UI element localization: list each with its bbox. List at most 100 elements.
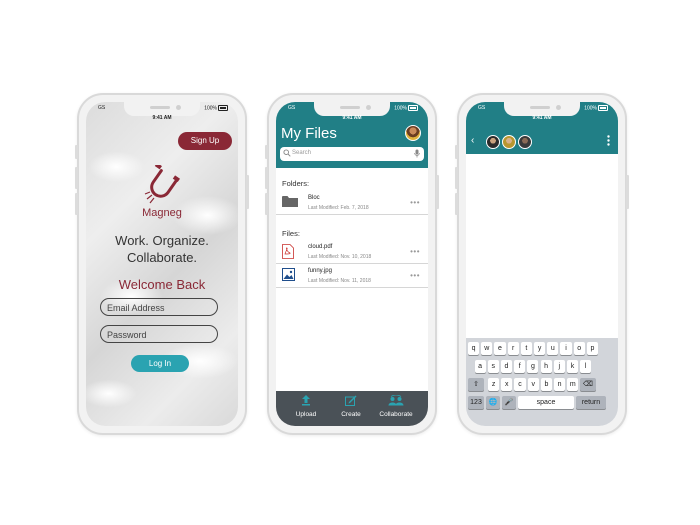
status-carrier: GS bbox=[288, 105, 296, 111]
login-screen: GS 100% 9:41 AM Sign Up Magneg Work. Org… bbox=[86, 102, 238, 426]
folders-heading: Folders: bbox=[282, 179, 310, 188]
microphone-icon[interactable] bbox=[414, 149, 420, 158]
chat-screen: GS 100% 9:41 AM ‹ q w e r t y u i o p a s d f g h j k l ⇧ z x… bbox=[466, 102, 618, 426]
magnet-logo-icon bbox=[144, 165, 181, 204]
tab-collaborate[interactable]: Collaborate bbox=[376, 394, 416, 418]
on-screen-keyboard: q w e r t y u i o p a s d f g h j k l ⇧ z x c v b n m ⌫ 123 🌐 🎤 space re… bbox=[466, 338, 618, 426]
globe-icon[interactable]: 🌐 bbox=[486, 396, 500, 409]
key-d[interactable]: d bbox=[500, 360, 513, 373]
tab-label: Collaborate bbox=[379, 411, 413, 418]
page-title: My Files bbox=[281, 125, 337, 142]
key-n[interactable]: n bbox=[554, 378, 566, 391]
key-t[interactable]: t bbox=[520, 342, 532, 355]
key-j[interactable]: j bbox=[553, 360, 565, 373]
folder-row[interactable]: Bloc Last Modified: Feb. 7, 2018 ••• bbox=[276, 192, 428, 215]
status-time: 9:41 AM bbox=[532, 115, 552, 121]
key-v[interactable]: v bbox=[527, 378, 539, 391]
key-k[interactable]: k bbox=[566, 360, 579, 373]
status-bar: GS 100% 9:41 AM bbox=[276, 105, 428, 121]
image-icon bbox=[282, 268, 295, 281]
key-y[interactable]: y bbox=[534, 342, 546, 355]
key-a[interactable]: a bbox=[474, 360, 486, 373]
email-field[interactable]: Email Address bbox=[100, 298, 218, 316]
tagline-line-1: Work. Organize. bbox=[115, 233, 209, 248]
status-time: 9:41 AM bbox=[152, 115, 172, 121]
key-o[interactable]: o bbox=[573, 342, 585, 355]
key-i[interactable]: i bbox=[560, 342, 572, 355]
delete-key[interactable]: ⌫ bbox=[580, 378, 596, 391]
file-name: cloud.pdf bbox=[308, 244, 333, 250]
key-h[interactable]: h bbox=[540, 360, 552, 373]
file-row[interactable]: cloud.pdf Last Modified: Nov. 10, 2018 •… bbox=[276, 241, 428, 264]
search-icon bbox=[283, 149, 291, 157]
pdf-icon bbox=[282, 244, 294, 259]
key-c[interactable]: c bbox=[514, 378, 526, 391]
upload-icon bbox=[302, 395, 310, 406]
phone-login-mockup: GS 100% 9:41 AM Sign Up Magneg Work. Org… bbox=[75, 93, 249, 435]
status-time: 9:41 AM bbox=[342, 115, 362, 121]
key-f[interactable]: f bbox=[514, 360, 526, 373]
status-bar: GS 100% 9:41 AM bbox=[86, 105, 238, 121]
avatar[interactable] bbox=[486, 135, 500, 149]
key-w[interactable]: w bbox=[481, 342, 493, 355]
shift-key[interactable]: ⇧ bbox=[468, 378, 484, 391]
tab-upload[interactable]: Upload bbox=[286, 395, 326, 418]
status-bar: GS 100% 9:41 AM bbox=[466, 105, 618, 121]
key-p[interactable]: p bbox=[586, 342, 598, 355]
status-battery: 100% bbox=[584, 105, 597, 112]
files-heading: Files: bbox=[282, 229, 300, 238]
key-e[interactable]: e bbox=[494, 342, 506, 355]
files-screen: GS 100% 9:41 AM My Files Search Folders: bbox=[276, 102, 428, 426]
phone-files-mockup: GS 100% 9:41 AM My Files Search Folders: bbox=[265, 93, 439, 435]
tab-label: Create bbox=[341, 411, 361, 418]
folder-meta: Last Modified: Feb. 7, 2018 bbox=[308, 205, 369, 211]
avatar[interactable] bbox=[502, 135, 516, 149]
phone-chat-mockup: GS 100% 9:41 AM ‹ q w e r t y u i o p a s d f g h j k l ⇧ z x… bbox=[455, 93, 629, 435]
tagline: Work. Organize. Collaborate. bbox=[86, 232, 238, 266]
key-g[interactable]: g bbox=[527, 360, 539, 373]
status-battery: 100% bbox=[204, 105, 217, 112]
user-avatar[interactable] bbox=[405, 125, 421, 141]
password-field[interactable]: Password bbox=[100, 325, 218, 343]
back-arrow-icon[interactable]: ‹ bbox=[471, 135, 474, 146]
file-row[interactable]: funny.jpg Last Modified: Nov. 11, 2018 •… bbox=[276, 265, 428, 288]
log-in-button[interactable]: Log In bbox=[131, 355, 189, 372]
key-s[interactable]: s bbox=[487, 360, 499, 373]
files-header: GS 100% 9:41 AM My Files Search bbox=[276, 102, 428, 168]
collaborate-icon bbox=[388, 394, 404, 406]
tab-create[interactable]: Create bbox=[331, 395, 371, 418]
tagline-line-2: Collaborate. bbox=[126, 250, 198, 265]
space-key[interactable]: space bbox=[518, 396, 574, 409]
chat-header: GS 100% 9:41 AM ‹ bbox=[466, 102, 618, 154]
avatar[interactable] bbox=[518, 135, 532, 149]
file-meta: Last Modified: Nov. 11, 2018 bbox=[308, 278, 371, 284]
bottom-tab-bar: Upload Create Collaborate bbox=[276, 391, 428, 426]
more-options-icon[interactable]: ••• bbox=[410, 198, 420, 207]
key-r[interactable]: r bbox=[507, 342, 519, 355]
tab-label: Upload bbox=[295, 411, 317, 418]
key-q[interactable]: q bbox=[468, 342, 480, 355]
key-m[interactable]: m bbox=[567, 378, 579, 391]
sign-up-button[interactable]: Sign Up bbox=[178, 132, 232, 150]
search-input[interactable]: Search bbox=[280, 147, 424, 161]
more-vertical-icon[interactable] bbox=[607, 135, 610, 146]
file-meta: Last Modified: Nov. 10, 2018 bbox=[308, 254, 372, 260]
key-u[interactable]: u bbox=[547, 342, 559, 355]
numbers-key[interactable]: 123 bbox=[468, 396, 484, 409]
file-name: funny.jpg bbox=[308, 268, 332, 274]
folder-icon bbox=[282, 196, 298, 207]
status-battery: 100% bbox=[394, 105, 407, 112]
brand-name: Magneg bbox=[142, 207, 182, 219]
search-placeholder: Search bbox=[292, 150, 312, 156]
key-z[interactable]: z bbox=[488, 378, 500, 391]
welcome-heading: Welcome Back bbox=[118, 277, 206, 292]
microphone-icon[interactable]: 🎤 bbox=[502, 396, 516, 409]
create-icon bbox=[345, 395, 357, 406]
key-b[interactable]: b bbox=[540, 378, 552, 391]
more-options-icon[interactable]: ••• bbox=[410, 247, 420, 256]
more-options-icon[interactable]: ••• bbox=[410, 271, 420, 280]
return-key[interactable]: return bbox=[576, 396, 606, 409]
key-x[interactable]: x bbox=[501, 378, 513, 391]
key-l[interactable]: l bbox=[580, 360, 592, 373]
folder-name: Bloc bbox=[308, 195, 320, 201]
